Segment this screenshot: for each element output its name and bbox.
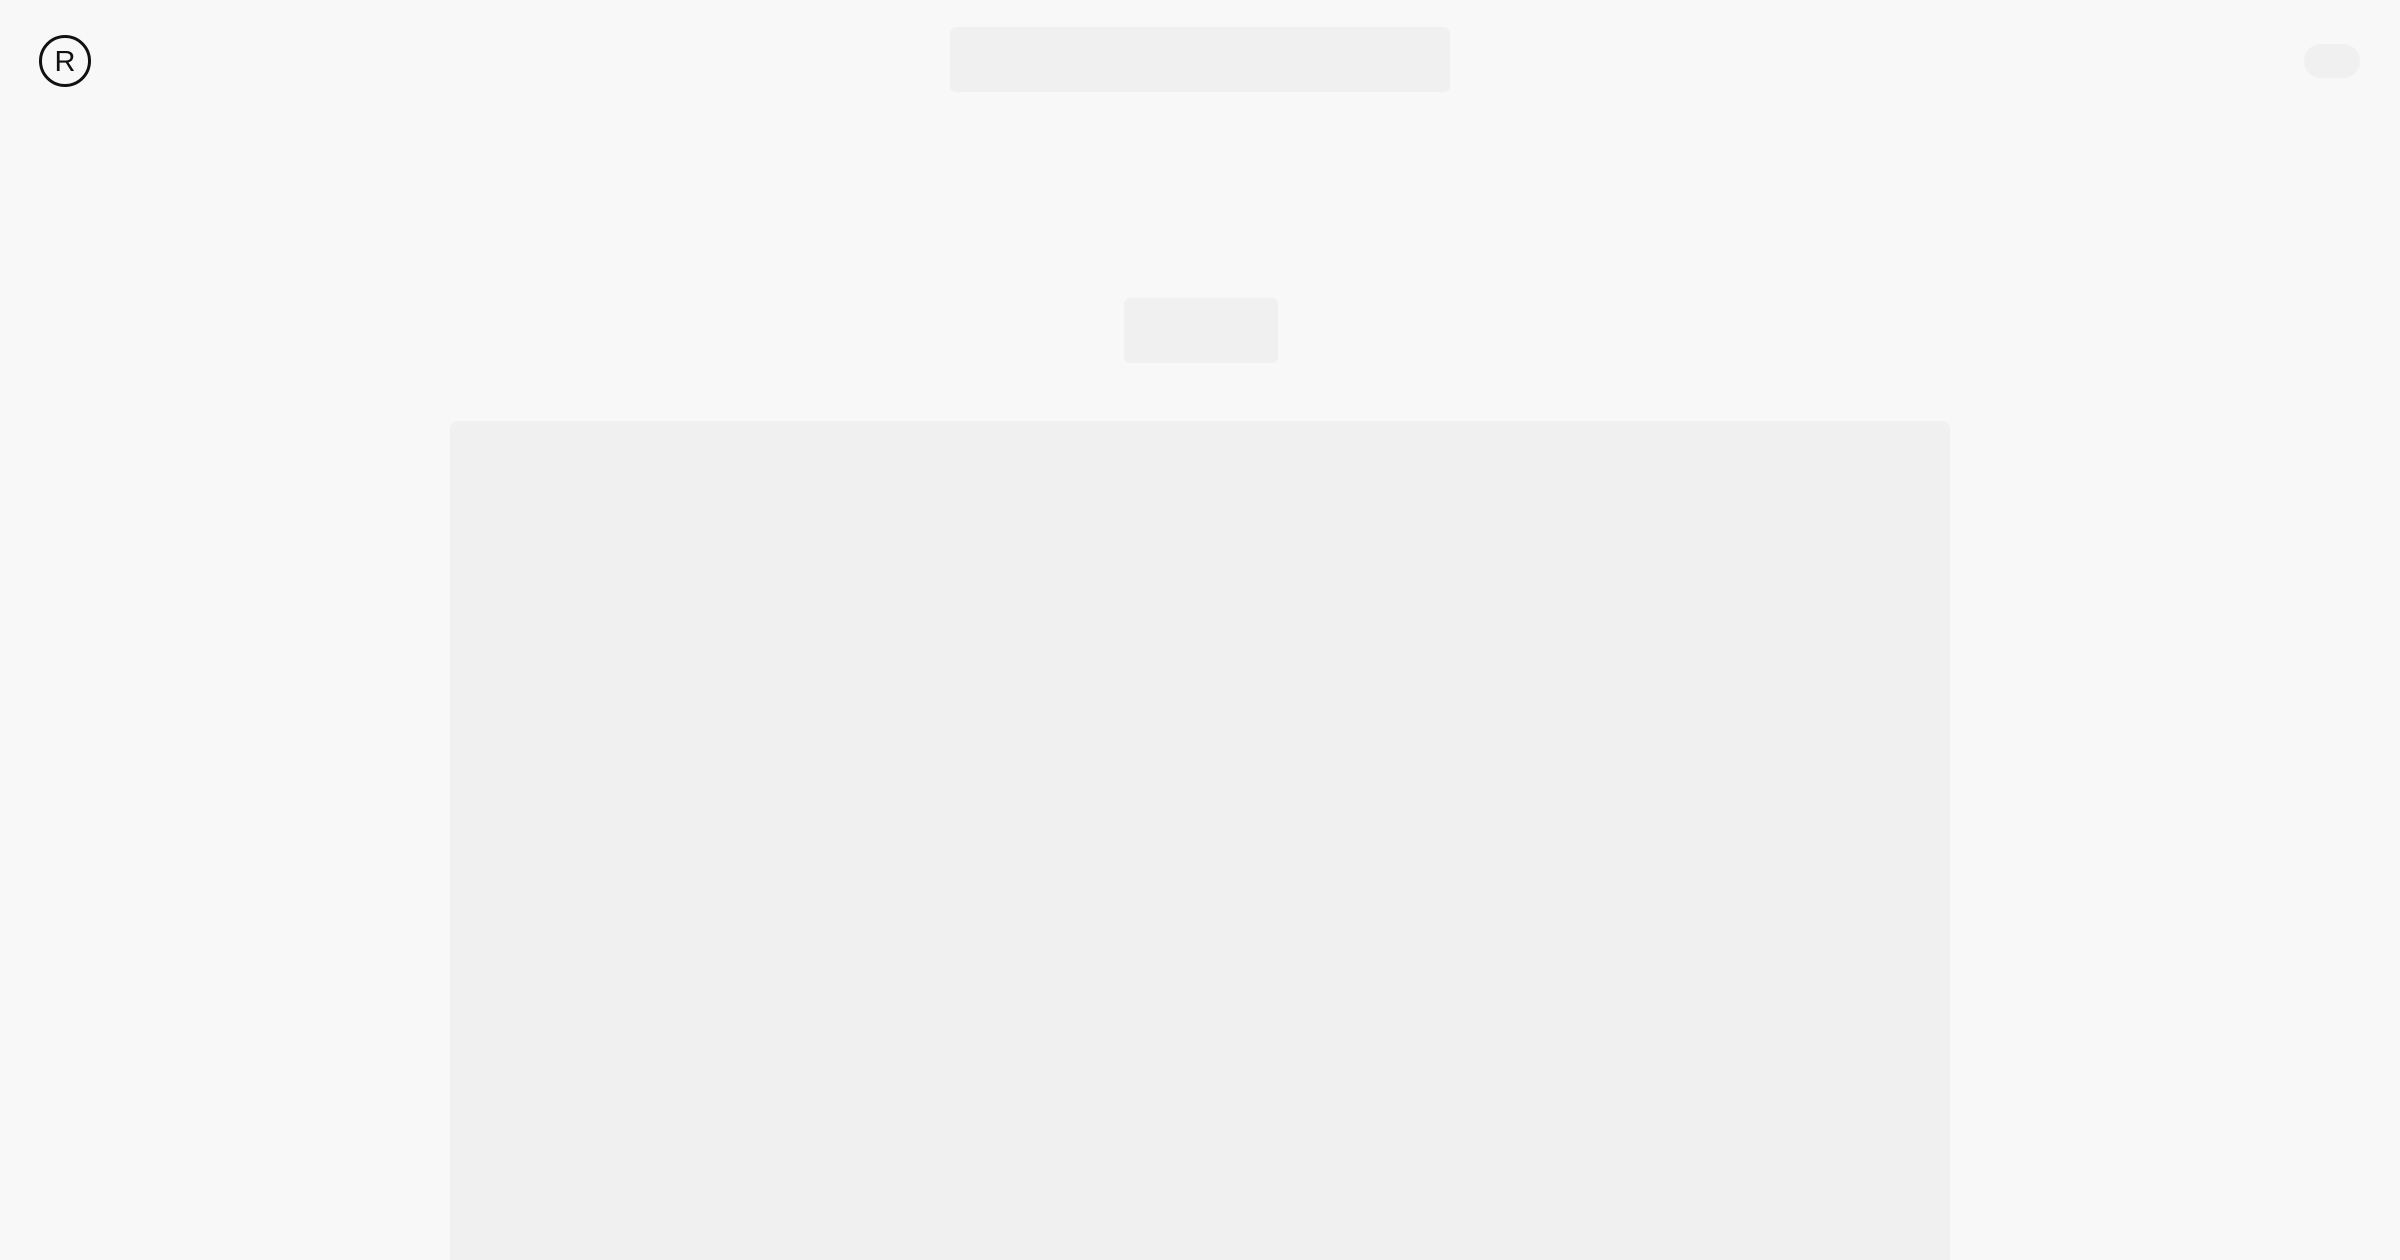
user-menu-skeleton bbox=[2304, 44, 2360, 78]
search-bar-skeleton bbox=[950, 27, 1450, 92]
logo-letter: R bbox=[54, 45, 76, 78]
page-title-skeleton bbox=[1124, 298, 1278, 363]
main-content-skeleton bbox=[450, 421, 1950, 1260]
page: R bbox=[0, 0, 2400, 1260]
logo-icon[interactable]: R bbox=[39, 35, 91, 87]
